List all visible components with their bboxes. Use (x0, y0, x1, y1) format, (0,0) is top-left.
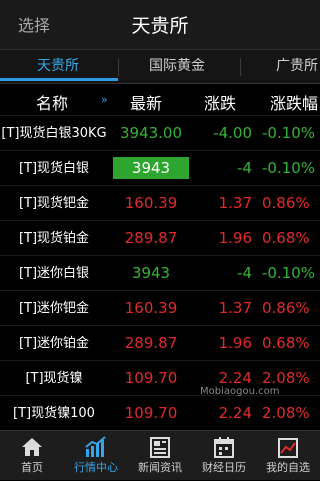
tab-divider (240, 58, 241, 76)
header-name[interactable]: 名称 (36, 90, 68, 114)
price-change: 1.37 (218, 299, 252, 317)
price-change-pct: -0.10% (262, 159, 316, 177)
price-change: 2.24 (218, 404, 252, 422)
table-row[interactable]: [T]现货白银 3943 -4 -0.10% (0, 150, 320, 185)
price-change-pct: 2.08% (262, 404, 310, 422)
price-change: 1.96 (218, 334, 252, 352)
nav-market-center[interactable]: 行情中心 (64, 431, 128, 481)
table-row[interactable]: [T]现货白银30KG 3943.00 -4.00 -0.10% (0, 115, 320, 150)
instrument-name: [T]迷你白银 (18, 265, 90, 281)
instrument-name: [T]迷你铂金 (18, 335, 90, 351)
latest-price: 289.87 (124, 334, 178, 352)
table-row[interactable]: [T]现货钯金 160.39 1.37 0.86% (0, 185, 320, 220)
scroll-columns-arrow-icon[interactable]: » (101, 93, 108, 106)
header-change-pct[interactable]: 涨跌幅 (270, 90, 318, 114)
latest-price: 289.87 (124, 229, 178, 247)
price-change: -4.00 (213, 124, 252, 142)
tab-international-gold[interactable]: 国际黄金 (149, 50, 205, 82)
price-change: 1.96 (218, 229, 252, 247)
table-row[interactable]: [T]现货镍100 109.70 2.24 2.08% (0, 395, 320, 430)
nav-favorites-label: 我的自选 (266, 461, 310, 474)
price-change: 1.37 (218, 194, 252, 212)
price-change-pct: 0.86% (262, 299, 310, 317)
header-latest[interactable]: 最新 (130, 90, 162, 114)
table-row[interactable]: [T]迷你钯金 160.39 1.37 0.86% (0, 290, 320, 325)
instrument-name: [T]现货白银 (18, 160, 90, 176)
price-change-pct: 0.68% (262, 334, 310, 352)
latest-price: 160.39 (124, 299, 178, 317)
nav-home[interactable]: 首页 (0, 431, 64, 481)
nav-calendar[interactable]: 财经日历 (192, 431, 256, 481)
nav-news[interactable]: 新闻资讯 (128, 431, 192, 481)
price-change-pct: 0.68% (262, 229, 310, 247)
bottom-navigation: 首页 行情中心 新闻资讯 财经日历 我的自选 (0, 430, 320, 480)
market-chart-icon (85, 436, 106, 457)
table-row[interactable]: [T]迷你白银 3943 -4 -0.10% (0, 255, 320, 290)
favorites-chart-icon (278, 438, 298, 458)
table-row[interactable]: [T]现货铂金 289.87 1.96 0.68% (0, 220, 320, 255)
instrument-name: [T]现货铂金 (18, 230, 90, 246)
price-change-pct: -0.10% (262, 264, 316, 282)
nav-news-label: 新闻资讯 (138, 461, 182, 474)
instrument-name: [T]现货镍100 (13, 405, 95, 421)
instrument-name: [T]现货钯金 (18, 195, 90, 211)
price-change: -4 (237, 264, 252, 282)
instrument-name: [T]迷你钯金 (18, 300, 90, 316)
nav-market-center-label: 行情中心 (74, 461, 118, 474)
title-bar: 选择 天贵所 (0, 0, 320, 50)
latest-price: 3943.00 (119, 124, 183, 142)
quote-list: [T]现货白银30KG 3943.00 -4.00 -0.10% [T]现货白银 3943… (0, 115, 320, 465)
watermark: Mobiaogou.com (200, 386, 280, 397)
highlighted-price-value: 3943 (113, 157, 189, 179)
latest-price: 109.70 (124, 404, 178, 422)
table-header: 名称 » 最新 涨跌 涨跌幅 (0, 85, 320, 115)
home-icon (22, 438, 42, 456)
calendar-icon (214, 437, 234, 458)
latest-price: 109.70 (124, 369, 178, 387)
header-change[interactable]: 涨跌 (204, 90, 236, 114)
page-title: 天贵所 (131, 15, 189, 37)
tab-divider (118, 58, 119, 76)
nav-favorites[interactable]: 我的自选 (256, 431, 320, 481)
nav-home-label: 首页 (21, 461, 43, 474)
instrument-name: [T]现货镍 (25, 370, 83, 386)
latest-price: 160.39 (124, 194, 178, 212)
nav-calendar-label: 财经日历 (202, 461, 246, 474)
tab-guangguisuo[interactable]: 广贵所 (276, 50, 318, 82)
table-row[interactable]: [T]迷你铂金 289.87 1.96 0.68% (0, 325, 320, 360)
price-change: -4 (237, 159, 252, 177)
news-icon (150, 437, 170, 458)
latest-price: 3943 (131, 264, 171, 282)
active-tab-indicator (0, 78, 118, 81)
price-change-pct: -0.10% (262, 124, 316, 142)
price-change-pct: 0.86% (262, 194, 310, 212)
instrument-name: [T]现货白银30KG (1, 125, 107, 141)
latest-price: 3943 (108, 151, 194, 185)
